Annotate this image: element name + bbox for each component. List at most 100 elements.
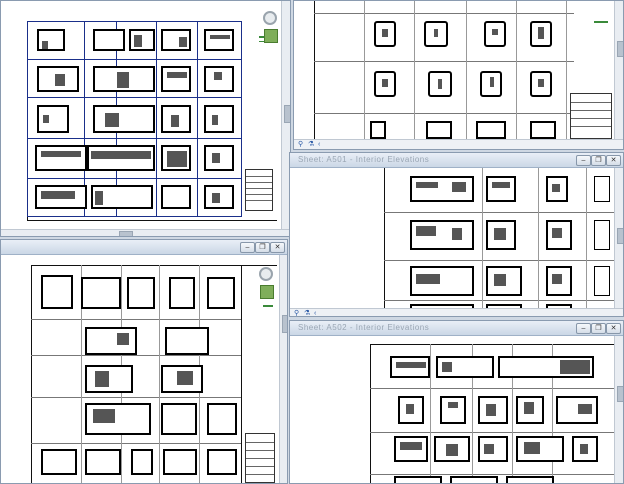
view-window-mid-right[interactable]: Sheet: A501 - Interior Elevations – ❐ ✕ … xyxy=(289,152,624,317)
elevation-view[interactable] xyxy=(85,403,151,435)
elevation-view[interactable] xyxy=(394,476,442,483)
elevation-view[interactable] xyxy=(204,185,234,209)
elevation-view[interactable] xyxy=(398,396,424,424)
scroll-left-arrow-icon[interactable]: ‹ xyxy=(318,141,325,148)
elevation-view[interactable] xyxy=(37,29,65,51)
schedule-table[interactable] xyxy=(245,433,275,483)
elevation-view[interactable] xyxy=(486,266,522,296)
sheet-canvas[interactable] xyxy=(294,1,614,139)
elevation-view[interactable] xyxy=(37,105,69,133)
elevation-view[interactable] xyxy=(546,266,572,296)
ceiling-plan-view[interactable] xyxy=(127,277,155,309)
elevation-view[interactable] xyxy=(93,29,125,51)
floor-plan-view[interactable] xyxy=(530,121,556,139)
window-titlebar[interactable]: Sheet: A501 - Interior Elevations – ❐ ✕ xyxy=(290,153,623,168)
ceiling-plan-view[interactable] xyxy=(163,449,197,475)
elevation-view[interactable] xyxy=(516,436,564,462)
ceiling-plan-view[interactable] xyxy=(169,277,195,309)
elevation-view[interactable] xyxy=(161,185,191,209)
ceiling-plan-view[interactable] xyxy=(41,449,77,475)
navigation-wheel-icon[interactable] xyxy=(259,267,273,281)
close-button[interactable]: ✕ xyxy=(606,323,621,334)
elevation-view[interactable] xyxy=(85,327,137,355)
sheet-canvas[interactable] xyxy=(1,255,279,483)
scrollbar-thumb[interactable] xyxy=(617,386,623,402)
elevation-view[interactable] xyxy=(516,396,544,424)
minimize-button[interactable]: – xyxy=(576,155,591,166)
restore-button[interactable]: ❐ xyxy=(591,155,606,166)
ceiling-plan-view[interactable] xyxy=(161,403,197,435)
horizontal-scrollbar[interactable] xyxy=(1,229,290,236)
elevation-view[interactable] xyxy=(410,220,474,250)
elevation-view[interactable] xyxy=(434,436,470,462)
floor-plan-view[interactable] xyxy=(370,121,386,139)
floor-plan-view[interactable] xyxy=(530,71,552,97)
ceiling-plan-view[interactable] xyxy=(207,277,235,309)
view-scale-icon[interactable]: ⚲ xyxy=(298,141,305,148)
zoom-tool-icon[interactable] xyxy=(260,285,274,299)
ceiling-plan-view[interactable] xyxy=(41,275,73,309)
elevation-view[interactable] xyxy=(161,105,191,133)
floor-plan-view[interactable] xyxy=(480,71,502,97)
ceiling-plan-view[interactable] xyxy=(85,449,121,475)
scroll-left-arrow-icon[interactable]: ‹ xyxy=(314,310,321,316)
scrollbar-thumb[interactable] xyxy=(119,231,133,236)
elevation-view[interactable] xyxy=(478,396,508,424)
ceiling-plan-view[interactable] xyxy=(207,403,237,435)
floor-plan-view[interactable] xyxy=(476,121,506,139)
elevation-view[interactable] xyxy=(204,105,234,133)
window-titlebar[interactable]: – ❐ ✕ xyxy=(1,240,287,255)
elevation-view[interactable] xyxy=(129,29,155,51)
detail-level-icon[interactable]: ⚗ xyxy=(304,310,311,316)
sheet-canvas[interactable] xyxy=(1,1,281,229)
restore-button[interactable]: ❐ xyxy=(255,242,270,253)
floor-plan-view[interactable] xyxy=(428,71,452,97)
elevation-view[interactable] xyxy=(410,176,474,202)
navigation-wheel-icon[interactable] xyxy=(263,11,277,25)
elevation-view[interactable] xyxy=(440,396,466,424)
floor-plan-view[interactable] xyxy=(426,121,452,139)
ceiling-plan-view[interactable] xyxy=(131,449,153,475)
elevation-view[interactable] xyxy=(93,105,155,133)
restore-button[interactable]: ❐ xyxy=(591,323,606,334)
elevation-view[interactable] xyxy=(506,476,554,483)
scrollbar-thumb[interactable] xyxy=(284,105,290,123)
minimize-button[interactable]: – xyxy=(240,242,255,253)
vertical-scrollbar[interactable] xyxy=(614,1,623,139)
floor-plan-view[interactable] xyxy=(484,21,506,47)
vertical-scrollbar[interactable] xyxy=(614,336,623,483)
elevation-view[interactable] xyxy=(204,145,234,171)
elevation-view[interactable] xyxy=(91,185,153,209)
elevation-view[interactable] xyxy=(594,220,610,250)
zoom-tool-icon[interactable] xyxy=(264,29,278,43)
vertical-scrollbar[interactable] xyxy=(279,255,287,483)
vertical-scrollbar[interactable] xyxy=(614,168,623,310)
elevation-view[interactable] xyxy=(436,356,494,378)
scrollbar-thumb[interactable] xyxy=(282,315,287,333)
elevation-view[interactable] xyxy=(572,436,598,462)
elevation-view[interactable] xyxy=(204,29,234,51)
floor-plan-view[interactable] xyxy=(424,21,448,47)
elevation-view[interactable] xyxy=(556,396,598,424)
detail-level-icon[interactable]: ⚗ xyxy=(308,141,315,148)
elevation-view[interactable] xyxy=(394,436,428,462)
ceiling-plan-view[interactable] xyxy=(81,277,121,309)
elevation-view[interactable] xyxy=(161,66,191,92)
schedule-table[interactable] xyxy=(245,169,273,211)
elevation-view[interactable] xyxy=(35,145,87,171)
view-window-bottom-right[interactable]: Sheet: A502 - Interior Elevations – ❐ ✕ xyxy=(289,320,624,484)
elevation-view[interactable] xyxy=(478,436,508,462)
floor-plan-view[interactable] xyxy=(374,21,396,47)
minimize-button[interactable]: – xyxy=(576,323,591,334)
elevation-view[interactable] xyxy=(486,220,516,250)
elevation-view[interactable] xyxy=(85,365,133,393)
view-window-top-right[interactable]: ⚲ ⚗ ‹ xyxy=(293,0,624,150)
view-window-top-left[interactable] xyxy=(0,0,291,237)
close-button[interactable]: ✕ xyxy=(606,155,621,166)
sheet-canvas[interactable] xyxy=(290,168,614,316)
elevation-view[interactable] xyxy=(498,356,594,378)
elevation-view[interactable] xyxy=(546,176,568,202)
view-scale-icon[interactable]: ⚲ xyxy=(294,310,301,316)
schedule-table[interactable] xyxy=(570,93,612,139)
elevation-view[interactable] xyxy=(450,476,498,483)
